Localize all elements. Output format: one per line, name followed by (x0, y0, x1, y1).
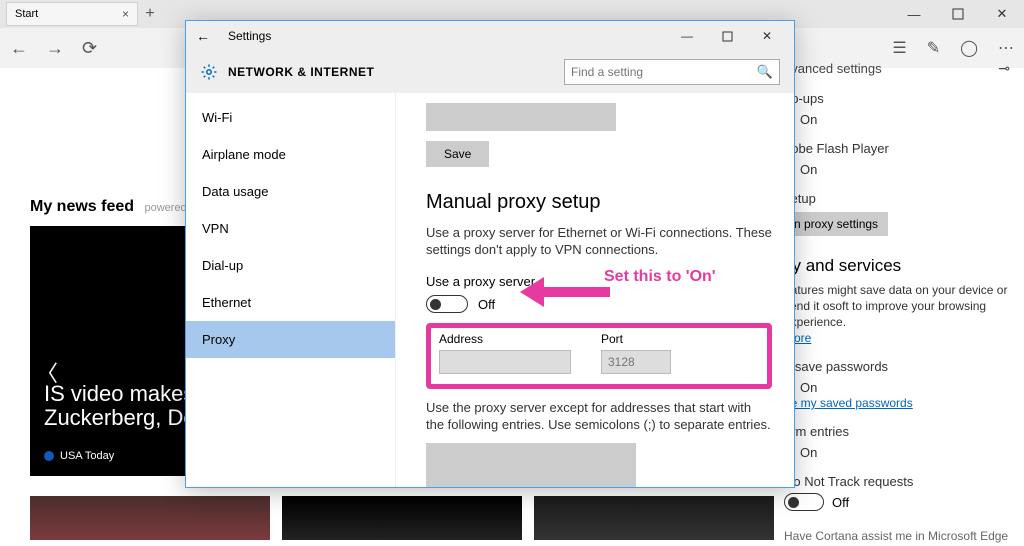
use-proxy-label: Use a proxy server (426, 274, 772, 289)
privacy-heading: cy and services (784, 256, 1010, 276)
flash-label: dobe Flash Player (784, 141, 1010, 156)
close-icon[interactable]: ✕ (750, 25, 784, 47)
settings-header: NETWORK & INTERNET 🔍 (186, 51, 794, 93)
thumb-row (30, 496, 774, 540)
news-thumb[interactable] (534, 496, 774, 540)
formentries-label: orm entries (784, 424, 1010, 439)
forward-icon[interactable]: → (46, 38, 64, 59)
search-input[interactable] (571, 65, 757, 79)
proxy-port-input[interactable] (601, 350, 671, 374)
window-title: Settings (228, 29, 271, 43)
gear-icon (200, 63, 218, 81)
sidebar-item-airplane[interactable]: Airplane mode (186, 136, 395, 173)
savepw-value: On (800, 380, 1010, 395)
close-icon[interactable]: ✕ (980, 0, 1024, 28)
browser-tab[interactable]: Start × (6, 2, 138, 26)
save-button[interactable]: Save (426, 141, 489, 167)
sidebar-item-vpn[interactable]: VPN (186, 210, 395, 247)
back-icon[interactable]: ← (196, 28, 210, 44)
edge-advanced-panel: dvanced settings ⊸ op-ups On dobe Flash P… (784, 60, 1010, 543)
hero-source: USA Today (44, 450, 114, 462)
manage-pw-link[interactable]: ge my saved passwords (784, 396, 913, 410)
highlight-box: Address Port (426, 323, 772, 389)
sidebar-item-data[interactable]: Data usage (186, 173, 395, 210)
new-tab-button[interactable]: + (138, 5, 162, 23)
settings-pane: Save Manual proxy setup Use a proxy serv… (396, 93, 794, 487)
back-icon[interactable]: ← (10, 38, 28, 59)
close-icon[interactable]: × (122, 7, 129, 21)
share-icon[interactable]: ✎ (927, 38, 940, 58)
minimize-icon[interactable]: — (670, 25, 704, 47)
port-label: Port (601, 332, 671, 346)
news-thumb[interactable] (282, 496, 522, 540)
cortana-label: Have Cortana assist me in Microsoft Edge (784, 529, 1010, 543)
news-thumb[interactable] (30, 496, 270, 540)
sidebar-item-wifi[interactable]: Wi-Fi (186, 99, 395, 136)
formentries-value: On (800, 445, 1010, 460)
settings-sidebar: Wi-Fi Airplane mode Data usage VPN Dial-… (186, 93, 396, 487)
edge-window-controls: — ✕ (892, 0, 1024, 28)
dnt-state: Off (832, 495, 849, 510)
settings-titlebar: ← Settings — ✕ (186, 21, 794, 51)
settings-search[interactable]: 🔍 (564, 59, 780, 85)
manual-proxy-heading: Manual proxy setup (426, 191, 772, 214)
feed-title: My news feed (30, 198, 134, 216)
reading-icon[interactable]: ☰ (892, 38, 906, 58)
settings-window: ← Settings — ✕ NETWORK & INTERNET 🔍 Wi-F… (185, 20, 795, 488)
pin-icon[interactable]: ⊸ (998, 60, 1010, 77)
address-label: Address (439, 332, 571, 346)
section-title: NETWORK & INTERNET (228, 65, 374, 79)
popups-label: op-ups (784, 91, 1010, 106)
use-proxy-toggle[interactable] (426, 295, 468, 313)
manual-proxy-desc: Use a proxy server for Ethernet or Wi-Fi… (426, 224, 772, 258)
dnt-toggle[interactable] (784, 493, 824, 511)
toggle-state: Off (478, 297, 495, 312)
sidebar-item-proxy[interactable]: Proxy (186, 321, 395, 358)
search-icon: 🔍 (757, 64, 773, 80)
proxy-address-input[interactable] (439, 350, 571, 374)
maximize-icon[interactable] (936, 0, 980, 28)
refresh-icon[interactable]: ⟳ (82, 38, 97, 59)
hub-icon[interactable]: ◯ (960, 38, 978, 58)
script-address-input[interactable] (426, 103, 616, 131)
popups-value: On (800, 112, 1010, 127)
sidebar-item-ethernet[interactable]: Ethernet (186, 284, 395, 321)
hero-headline: IS video makes Zuckerberg, Do (44, 382, 196, 430)
minimize-icon[interactable]: — (892, 0, 936, 28)
flash-value: On (800, 162, 1010, 177)
open-proxy-button[interactable]: n proxy settings (784, 212, 888, 236)
dnt-label: Do Not Track requests (784, 474, 1010, 489)
exceptions-input[interactable] (426, 443, 636, 487)
tab-title: Start (15, 8, 38, 20)
adv-header: dvanced settings (784, 61, 882, 76)
more-icon[interactable]: ⋯ (998, 38, 1014, 58)
except-desc: Use the proxy server except for addresse… (426, 399, 772, 433)
setup-label: setup (784, 191, 1010, 206)
privacy-body: eatures might save data on your device o… (784, 282, 1010, 330)
savepw-label: o save passwords (784, 359, 1010, 374)
maximize-icon[interactable] (710, 25, 744, 47)
sidebar-item-dialup[interactable]: Dial-up (186, 247, 395, 284)
